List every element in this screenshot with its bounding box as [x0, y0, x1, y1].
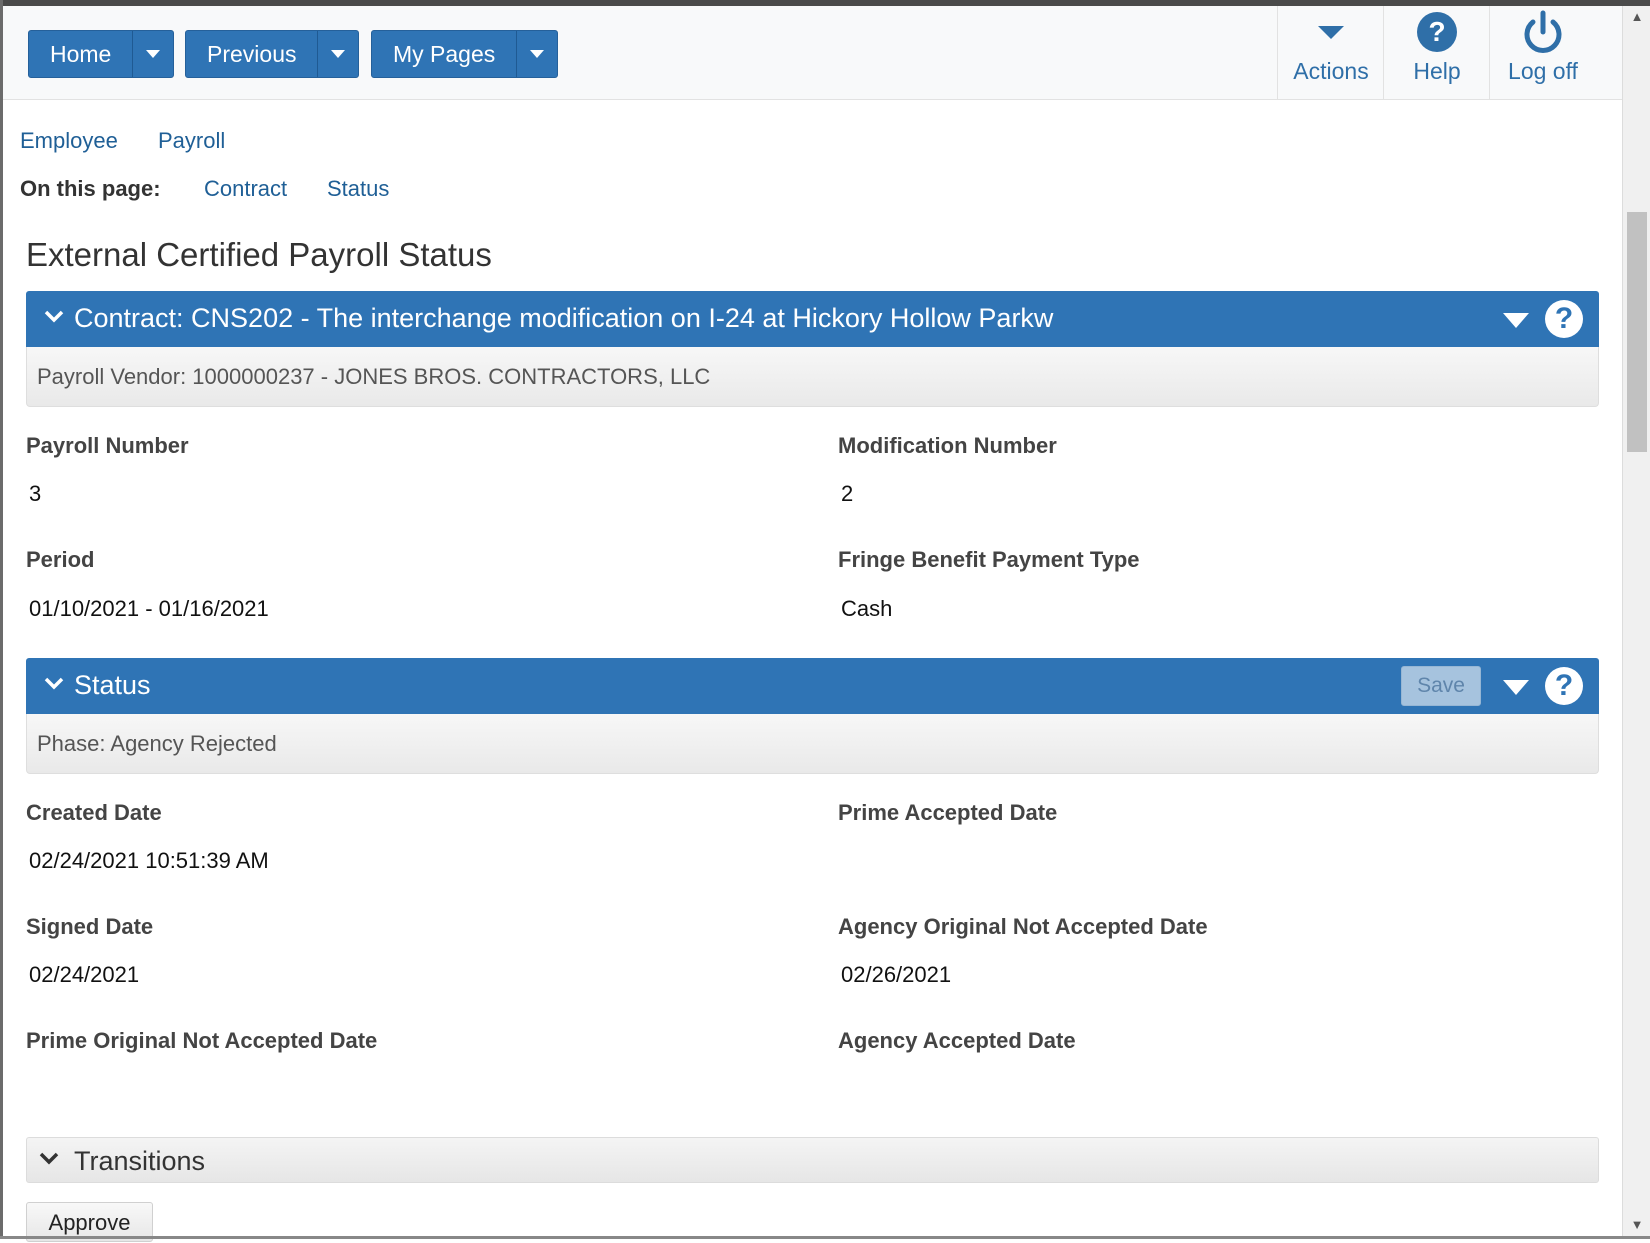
on-this-page-label: On this page: [20, 176, 161, 201]
caret-down-icon [331, 50, 346, 58]
my-pages-dropdown-caret[interactable] [517, 31, 557, 77]
scroll-down-arrow-icon[interactable]: ▼ [1623, 1214, 1650, 1236]
fringe-benefit-type-value: Cash [841, 596, 893, 621]
signed-date-label: Signed Date [26, 914, 154, 939]
period-label: Period [26, 547, 95, 572]
status-panel-title: Status [74, 670, 151, 700]
window-left-border [0, 0, 3, 1239]
chevron-down-icon[interactable] [39, 1151, 59, 1170]
home-button-label[interactable]: Home [29, 31, 134, 77]
help-icon[interactable]: ? [1545, 300, 1583, 338]
payroll-number-label: Payroll Number [26, 433, 189, 458]
agency-original-not-accepted-date-value: 02/26/2021 [841, 962, 952, 987]
help-link[interactable]: ? Help [1383, 6, 1490, 99]
fringe-benefit-type-label: Fringe Benefit Payment Type [838, 547, 1140, 572]
actions-label: Actions [1293, 58, 1369, 84]
chevron-down-icon [1278, 6, 1384, 58]
payroll-vendor-bar: Payroll Vendor: 1000000237 - JONES BROS.… [26, 347, 1599, 407]
created-date-label: Created Date [26, 800, 162, 825]
actions-menu[interactable]: Actions [1277, 6, 1384, 99]
created-date-value: 02/24/2021 10:51:39 AM [29, 848, 269, 873]
status-panel-header[interactable]: Status Save ? [26, 658, 1599, 714]
my-pages-button[interactable]: My Pages [371, 30, 559, 78]
page-title: External Certified Payroll Status [26, 236, 492, 273]
vertical-scrollbar[interactable]: ▲ ▼ [1622, 6, 1650, 1236]
dropdown-caret-icon[interactable] [1503, 680, 1529, 695]
help-icon[interactable]: ? [1545, 667, 1583, 705]
previous-button-label[interactable]: Previous [186, 31, 319, 77]
contract-panel-title: Contract: CNS202 - The interchange modif… [74, 303, 1054, 333]
phase-text: Phase: Agency Rejected [37, 731, 277, 756]
svg-text:?: ? [1428, 16, 1445, 47]
previous-button[interactable]: Previous [185, 30, 360, 78]
contract-panel-header[interactable]: Contract: CNS202 - The interchange modif… [26, 291, 1599, 347]
home-button[interactable]: Home [28, 30, 175, 78]
power-icon [1490, 6, 1596, 58]
agency-original-not-accepted-date-label: Agency Original Not Accepted Date [838, 914, 1208, 939]
previous-dropdown-caret[interactable] [318, 31, 358, 77]
on-this-page-status-link[interactable]: Status [327, 176, 389, 202]
modification-number-value: 2 [841, 481, 854, 506]
payroll-number-value: 3 [29, 481, 42, 506]
help-icon: ? [1384, 6, 1490, 58]
app-header: Home Previous My Pages Actions ? Help Lo… [3, 6, 1622, 100]
scrollbar-thumb[interactable] [1627, 212, 1647, 452]
scroll-up-arrow-icon[interactable]: ▲ [1623, 6, 1650, 28]
transitions-title: Transitions [74, 1146, 206, 1176]
log-off-link[interactable]: Log off [1489, 6, 1596, 99]
save-button[interactable]: Save [1401, 666, 1481, 706]
dropdown-caret-icon[interactable] [1503, 313, 1529, 328]
caret-down-icon [146, 50, 161, 58]
signed-date-value: 02/24/2021 [29, 962, 140, 987]
chevron-down-icon[interactable] [44, 309, 64, 328]
prime-accepted-date-label: Prime Accepted Date [838, 800, 1058, 825]
payroll-vendor-text: Payroll Vendor: 1000000237 - JONES BROS.… [37, 364, 711, 389]
on-this-page-contract-link[interactable]: Contract [204, 176, 287, 202]
phase-bar: Phase: Agency Rejected [26, 714, 1599, 774]
chevron-down-icon[interactable] [44, 676, 64, 695]
log-off-label: Log off [1508, 58, 1578, 84]
transitions-panel-header[interactable]: Transitions [26, 1137, 1599, 1183]
agency-accepted-date-label: Agency Accepted Date [838, 1028, 1076, 1053]
prime-original-not-accepted-date-label: Prime Original Not Accepted Date [26, 1028, 378, 1053]
period-value: 01/10/2021 - 01/16/2021 [29, 596, 269, 621]
breadcrumb-employee[interactable]: Employee [20, 128, 118, 154]
modification-number-label: Modification Number [838, 433, 1057, 458]
my-pages-button-label[interactable]: My Pages [372, 31, 518, 77]
breadcrumb-payroll[interactable]: Payroll [158, 128, 225, 154]
help-label: Help [1413, 58, 1461, 84]
caret-down-icon [530, 50, 545, 58]
home-dropdown-caret[interactable] [133, 31, 173, 77]
